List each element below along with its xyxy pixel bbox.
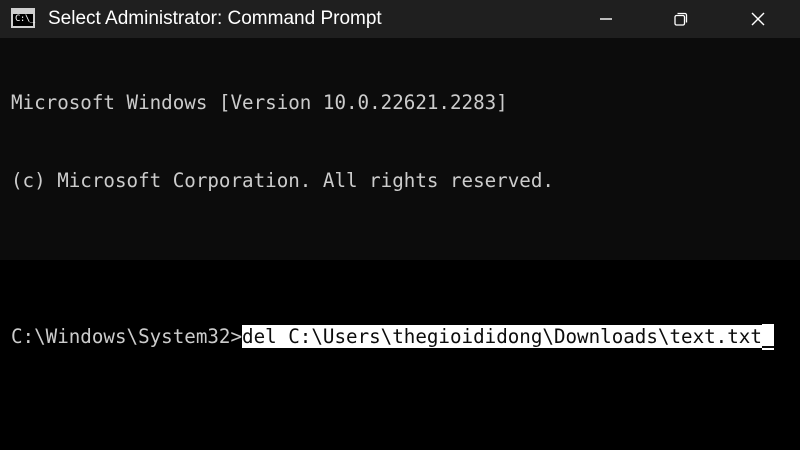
title-bar[interactable]: C:\_ Select Administrator: Command Promp… (0, 0, 800, 38)
minimize-icon (600, 18, 612, 20)
restore-icon (674, 12, 688, 26)
command-prompt-window: C:\_ Select Administrator: Command Promp… (0, 0, 800, 350)
console-line-version: Microsoft Windows [Version 10.0.22621.22… (11, 91, 508, 114)
command-prompt-icon[interactable]: C:\_ (11, 8, 35, 28)
restore-button[interactable] (645, 0, 717, 38)
console-line-blank (11, 246, 791, 272)
close-button[interactable] (722, 0, 794, 38)
text-cursor (761, 324, 774, 350)
selected-command-text[interactable]: del C:\Users\thegioididong\Downloads\tex… (242, 325, 762, 348)
console-output[interactable]: Microsoft Windows [Version 10.0.22621.22… (11, 38, 791, 350)
command-prompt-path: C:\Windows\System32> (11, 325, 243, 348)
minimize-button[interactable] (570, 0, 642, 38)
window-title: Select Administrator: Command Prompt (48, 8, 382, 29)
console-command-line[interactable]: C:\Windows\System32>del C:\Users\thegioi… (11, 324, 791, 350)
close-icon (751, 12, 765, 26)
icon-glyph: C:\_ (15, 14, 35, 24)
console-line-copyright: (c) Microsoft Corporation. All rights re… (11, 169, 554, 192)
